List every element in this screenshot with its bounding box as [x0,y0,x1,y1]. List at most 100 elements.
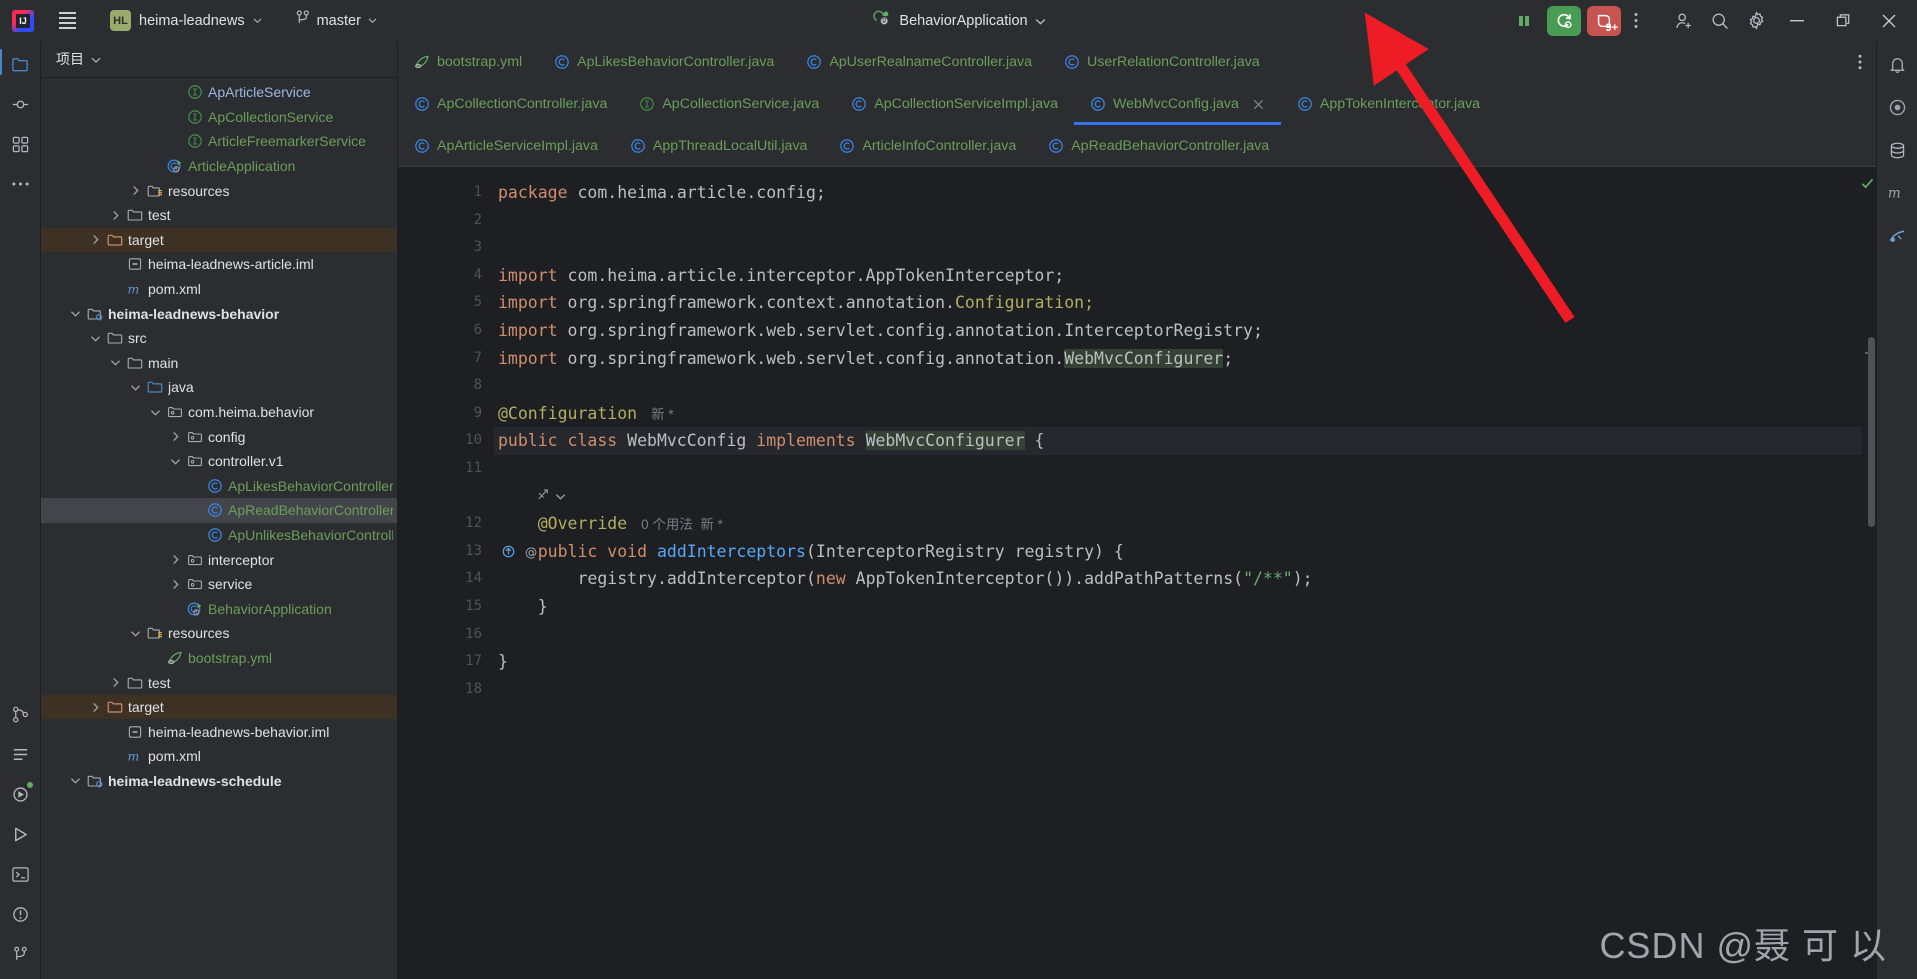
gradle-icon[interactable] [1884,223,1910,249]
main-menu-button[interactable] [50,4,84,38]
chevron-down-icon[interactable] [109,356,122,369]
chevron-right-icon[interactable] [109,676,122,689]
tree-node-target[interactable]: target [41,694,397,720]
settings-button[interactable] [1739,6,1773,36]
code-vision-hint[interactable]: 新 * [651,407,674,422]
tree-node-config[interactable]: config [41,424,397,449]
tree-node-java[interactable]: java [41,375,397,400]
tree-node-test[interactable]: test [41,203,397,228]
code-line[interactable]: } [494,593,1876,621]
chevron-right-icon[interactable] [169,430,182,443]
chevron-right-icon[interactable] [109,209,122,222]
gutter-line[interactable]: 9 [398,400,494,428]
code-line[interactable] [494,455,1876,483]
code-line[interactable] [494,372,1876,400]
code-area[interactable]: 1 2 3 4 5 6 7 8 9 10 11 12 13 @14 15 16 17 18 package com… [398,167,1876,979]
tree-node-controller-v1[interactable]: controller.v1 [41,449,397,474]
tree-node-apunlikesbehaviorcontroller[interactable]: ApUnlikesBehaviorController [41,523,397,548]
chevron-down-icon[interactable] [69,307,82,320]
code-line[interactable]: public class WebMvcConfig implements Web… [494,427,1876,455]
tree-node-aplikesbehaviorcontroller[interactable]: ApLikesBehaviorController [41,474,397,499]
notifications-icon[interactable] [1884,51,1910,77]
code-line[interactable]: @Override 0 个用法 新 * [494,510,1876,538]
gutter-line[interactable]: 13 @ [398,538,537,566]
editor-marker-bar[interactable] [1861,167,1876,979]
database-icon[interactable] [1884,137,1910,163]
todo-icon[interactable] [7,741,33,767]
maven-icon[interactable]: m [1884,180,1910,206]
code-line[interactable]: package com.heima.article.config; [494,179,1876,207]
tree-node-articlefreemarkerservice[interactable]: ArticleFreemarkerService [41,129,397,154]
commit-tool-icon[interactable] [7,91,33,117]
tree-node-resources[interactable]: resources [41,621,397,646]
editor-gutter[interactable]: 1 2 3 4 5 6 7 8 9 10 11 12 13 @14 15 16 17 18 [398,167,537,979]
gutter-line[interactable]: 2 [398,207,494,235]
close-button[interactable] [1867,0,1911,41]
editor-tab-bootstrap-yml[interactable]: bootstrap.yml [398,41,538,83]
gutter-line[interactable]: 5 [398,289,494,317]
tree-node-main[interactable]: main [41,351,397,376]
chevron-right-icon[interactable] [169,553,182,566]
editor-tab-appthreadlocalutil-java[interactable]: AppThreadLocalUtil.java [614,125,824,166]
maximize-button[interactable] [1821,0,1865,41]
version-control-icon[interactable] [7,701,33,727]
editor-tab-apcollectionservice-java[interactable]: ApCollectionService.java [623,83,835,125]
editor-tab-apcollectioncontroller-java[interactable]: ApCollectionController.java [398,83,623,125]
project-selector[interactable]: HL heima-leadnews [102,8,270,34]
gutter-line[interactable]: 18 [398,676,494,704]
chevron-down-icon[interactable] [169,455,182,468]
code-line[interactable]: import org.springframework.web.servlet.c… [494,345,1876,373]
gutter-line[interactable]: 14 [398,565,494,593]
tree-node-pom-xml[interactable]: m pom.xml [41,277,397,302]
code-line[interactable] [494,207,1876,235]
chevron-down-icon[interactable] [91,55,101,64]
tree-node-pom-xml[interactable]: m pom.xml [41,744,397,769]
editor-tab-articleinfocontroller-java[interactable]: ArticleInfoController.java [823,125,1032,166]
tree-node-test[interactable]: test [41,670,397,695]
code-line[interactable]: @Configuration 新 * [494,400,1876,428]
tree-node-src[interactable]: src [41,326,397,351]
stop-button[interactable] [1507,6,1541,36]
gutter-line[interactable]: 10 [398,427,515,455]
terminal-icon[interactable] [7,861,33,887]
code-line[interactable]: registry.addInterceptor(new AppTokenInte… [494,565,1876,593]
editor-tab-aplikesbehaviorcontroller-java[interactable]: ApLikesBehaviorController.java [538,41,790,83]
code-content[interactable]: package com.heima.article.config; import … [494,167,1876,979]
tree-node-articleapplication[interactable]: ArticleApplication [41,154,397,179]
code-line[interactable] [494,621,1876,649]
project-tree[interactable]: ApArticleService ApCollectionService Artic… [41,78,397,979]
gutter-line[interactable]: 3 [398,234,494,262]
tree-node-behaviorapplication[interactable]: BehaviorApplication [41,596,397,621]
run-configuration-selector[interactable]: BehaviorApplication [864,7,1052,34]
add-user-button[interactable] [1667,6,1701,36]
chevron-right-icon[interactable] [169,578,182,591]
tree-node-interceptor[interactable]: interceptor [41,547,397,572]
ai-assistant-icon[interactable] [1884,94,1910,120]
tree-node-heima-leadnews-article-iml[interactable]: heima-leadnews-article.iml [41,252,397,277]
tree-node-apcollectionservice[interactable]: ApCollectionService [41,105,397,130]
run-icon[interactable] [7,821,33,847]
more-options-button[interactable] [1623,6,1649,36]
editor-tab-apuserrealnamecontroller-java[interactable]: ApUserRealnameController.java [790,41,1048,83]
editor-tab-apptokeninterceptor-java[interactable]: AppTokenInterceptor.java [1281,83,1496,125]
editor-tab-aparticleserviceimpl-java[interactable]: ApArticleServiceImpl.java [398,125,614,166]
project-panel-header[interactable]: 项目 [41,41,397,78]
structure-tool-icon[interactable] [7,131,33,157]
gutter-line[interactable]: 4 [398,262,494,290]
chevron-down-icon[interactable] [129,627,142,640]
chevron-right-icon[interactable] [89,233,102,246]
chevron-right-icon[interactable] [89,701,102,714]
search-button[interactable] [1703,6,1737,36]
editor-tab-webmvcconfig-java[interactable]: WebMvcConfig.java [1074,83,1281,125]
tree-node-heima-leadnews-behavior-iml[interactable]: heima-leadnews-behavior.iml [41,719,397,744]
debug-button[interactable]: 9+ [1587,5,1621,36]
code-line[interactable] [494,234,1876,262]
editor-tab-apcollectionserviceimpl-java[interactable]: ApCollectionServiceImpl.java [835,83,1074,125]
chevron-down-icon[interactable] [69,774,82,787]
tree-node-target[interactable]: target [41,227,397,253]
code-line[interactable]: public void addInterceptors(InterceptorR… [494,538,1876,566]
minimize-button[interactable] [1775,0,1819,41]
code-line[interactable]: import org.springframework.context.annot… [494,289,1876,317]
more-tool-icon[interactable] [7,171,33,197]
code-vision-hint[interactable]: 0 个用法 新 * [641,517,723,532]
